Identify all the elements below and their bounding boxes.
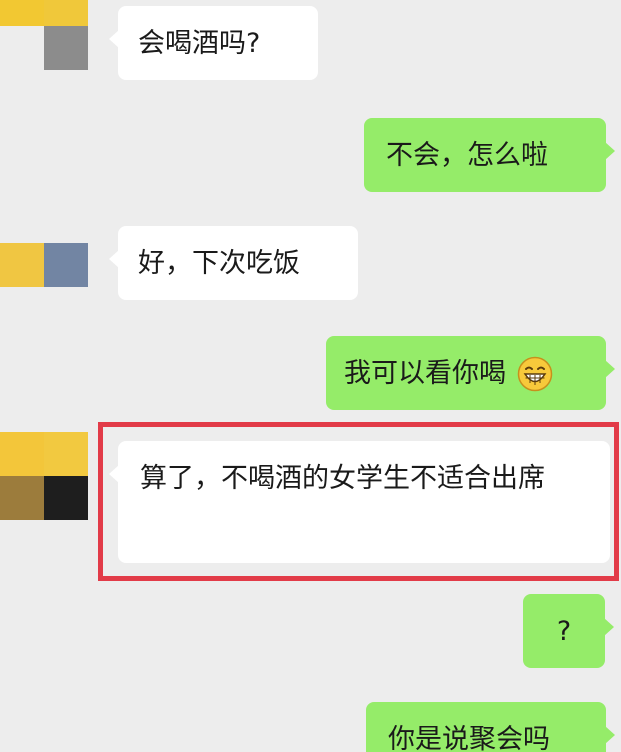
message-bubble-outgoing[interactable]: ? xyxy=(523,594,614,668)
message-bubble-outgoing[interactable]: 不会，怎么啦 xyxy=(364,118,615,192)
message-text: 会喝酒吗? xyxy=(138,27,261,59)
message-text: 我可以看你喝 xyxy=(344,357,506,389)
message-text: ? xyxy=(556,615,572,647)
contact-avatar[interactable] xyxy=(0,243,88,289)
highlight-box xyxy=(98,422,619,581)
message-text: 不会，怎么啦 xyxy=(386,139,548,171)
chat-window: 会喝酒吗? 不会，怎么啦 好，下次吃饭 我可以看你喝 算了，不喝酒的女学生不适合… xyxy=(0,0,621,752)
contact-avatar[interactable] xyxy=(0,0,88,70)
message-text: 好，下次吃饭 xyxy=(138,247,300,279)
contact-avatar[interactable] xyxy=(0,432,88,520)
grinning-face-emoji-icon xyxy=(517,356,552,391)
message-text: 你是说聚会吗 xyxy=(388,723,550,752)
message-bubble-outgoing[interactable]: 你是说聚会吗 xyxy=(366,702,615,752)
message-bubble-outgoing[interactable]: 我可以看你喝 xyxy=(326,336,615,410)
message-bubble-incoming[interactable]: 好，下次吃饭 xyxy=(109,226,358,300)
message-bubble-incoming[interactable]: 会喝酒吗? xyxy=(109,6,318,80)
